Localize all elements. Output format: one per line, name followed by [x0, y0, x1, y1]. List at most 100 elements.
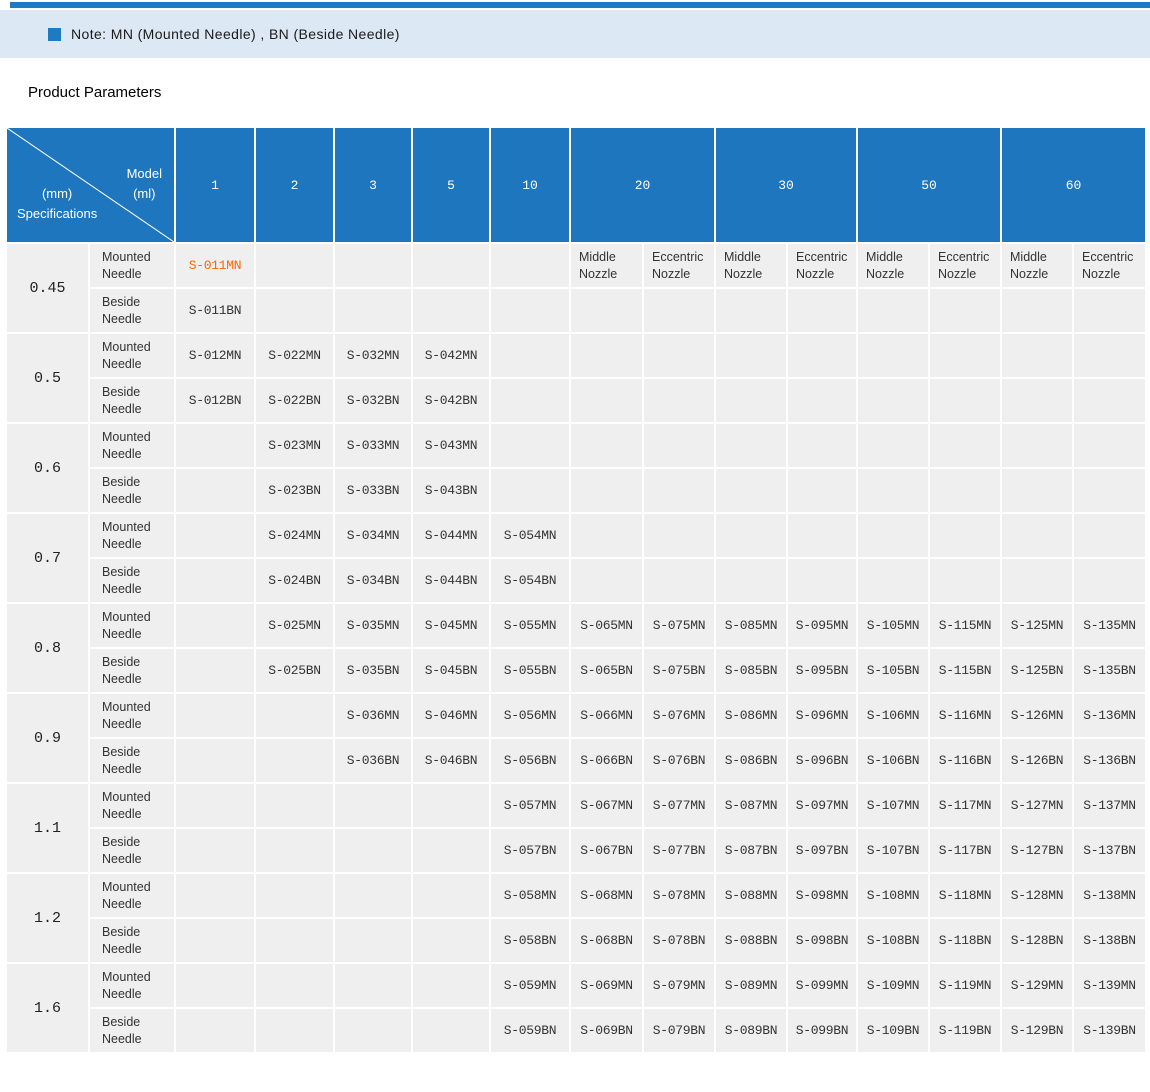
nozzle-header-cell: Eccentric Nozzle [1074, 244, 1145, 287]
note-banner: Note: MN (Mounted Needle) , BN (Beside N… [0, 10, 1150, 58]
empty-cell [930, 559, 1000, 602]
model-code-cell: S-106BN [858, 739, 928, 782]
needle-type-cell: Beside Needle [90, 1009, 174, 1052]
model-code-cell: S-075BN [644, 649, 714, 692]
model-code-cell: S-012MN [176, 334, 254, 377]
model-code-cell: S-128BN [1002, 919, 1072, 962]
model-code-cell: S-036MN [335, 694, 411, 737]
empty-cell [256, 244, 333, 287]
model-code-cell: S-125BN [1002, 649, 1072, 692]
empty-cell [413, 784, 489, 827]
model-code-cell: S-067BN [571, 829, 642, 872]
model-code-cell: S-118BN [930, 919, 1000, 962]
model-code-cell: S-025MN [256, 604, 333, 647]
model-code-cell: S-034MN [335, 514, 411, 557]
empty-cell [176, 874, 254, 917]
volume-header-cell: 5 [413, 128, 489, 242]
model-code-cell: S-139MN [1074, 964, 1145, 1007]
empty-cell [1002, 424, 1072, 467]
model-code-cell: S-043MN [413, 424, 489, 467]
empty-cell [716, 424, 786, 467]
model-code-cell: S-095BN [788, 649, 856, 692]
needle-type-cell: Beside Needle [90, 559, 174, 602]
empty-cell [335, 829, 411, 872]
model-code-cell: S-065BN [571, 649, 642, 692]
spec-cell: 0.45 [7, 244, 88, 332]
model-code-cell: S-135MN [1074, 604, 1145, 647]
empty-cell [413, 964, 489, 1007]
model-code-cell: S-077MN [644, 784, 714, 827]
empty-cell [788, 289, 856, 332]
model-code-cell: S-046MN [413, 694, 489, 737]
model-code-cell: S-055BN [491, 649, 569, 692]
model-code-cell: S-109MN [858, 964, 928, 1007]
model-code-cell: S-078BN [644, 919, 714, 962]
empty-cell [858, 379, 928, 422]
empty-cell [716, 559, 786, 602]
model-axis-label: Model (ml) [127, 164, 162, 204]
empty-cell [176, 964, 254, 1007]
empty-cell [491, 289, 569, 332]
model-code-cell: S-127MN [1002, 784, 1072, 827]
model-code-cell: S-097BN [788, 829, 856, 872]
model-code-cell: S-105BN [858, 649, 928, 692]
spec-axis-label: (mm) Specifications [17, 184, 97, 224]
empty-cell [644, 334, 714, 377]
product-parameters-table: Model (ml)(mm) Specifications12351020305… [7, 128, 1145, 1052]
model-code-cell: S-115BN [930, 649, 1000, 692]
volume-header-cell: 30 [716, 128, 856, 242]
needle-type-cell: Beside Needle [90, 649, 174, 692]
model-code-cell: S-078MN [644, 874, 714, 917]
empty-cell [1074, 289, 1145, 332]
section-title: Product Parameters [28, 84, 1150, 101]
model-code-cell: S-035BN [335, 649, 411, 692]
empty-cell [176, 604, 254, 647]
empty-cell [176, 559, 254, 602]
empty-cell [176, 694, 254, 737]
empty-cell [858, 289, 928, 332]
model-code-cell: S-024BN [256, 559, 333, 602]
model-code-cell: S-076BN [644, 739, 714, 782]
model-code-cell: S-087MN [716, 784, 786, 827]
model-code-cell: S-045BN [413, 649, 489, 692]
model-code-cell: S-023MN [256, 424, 333, 467]
model-code-cell: S-107BN [858, 829, 928, 872]
spec-cell: 0.5 [7, 334, 88, 422]
note-bullet-icon [48, 28, 61, 41]
empty-cell [930, 424, 1000, 467]
model-code-cell: S-117MN [930, 784, 1000, 827]
model-code-cell: S-117BN [930, 829, 1000, 872]
model-code-cell: S-138BN [1074, 919, 1145, 962]
model-code-cell: S-119BN [930, 1009, 1000, 1052]
model-code-cell: S-088BN [716, 919, 786, 962]
empty-cell [413, 829, 489, 872]
nozzle-header-cell: Eccentric Nozzle [788, 244, 856, 287]
model-code-cell: S-136BN [1074, 739, 1145, 782]
empty-cell [644, 514, 714, 557]
volume-header-cell: 3 [335, 128, 411, 242]
empty-cell [1074, 424, 1145, 467]
needle-type-cell: Mounted Needle [90, 244, 174, 287]
model-code-cell: S-068BN [571, 919, 642, 962]
model-code-cell: S-087BN [716, 829, 786, 872]
empty-cell [571, 289, 642, 332]
model-code-cell: S-119MN [930, 964, 1000, 1007]
model-code-cell: S-022MN [256, 334, 333, 377]
model-code-cell: S-106MN [858, 694, 928, 737]
empty-cell [256, 694, 333, 737]
model-code-cell: S-116MN [930, 694, 1000, 737]
nozzle-header-cell: Eccentric Nozzle [644, 244, 714, 287]
empty-cell [930, 469, 1000, 512]
needle-type-cell: Mounted Needle [90, 334, 174, 377]
spec-cell: 0.8 [7, 604, 88, 692]
empty-cell [1074, 379, 1145, 422]
empty-cell [571, 559, 642, 602]
empty-cell [176, 784, 254, 827]
empty-cell [491, 379, 569, 422]
needle-type-cell: Mounted Needle [90, 784, 174, 827]
empty-cell [176, 514, 254, 557]
model-code-cell: S-108MN [858, 874, 928, 917]
empty-cell [1074, 514, 1145, 557]
empty-cell [176, 829, 254, 872]
empty-cell [256, 739, 333, 782]
